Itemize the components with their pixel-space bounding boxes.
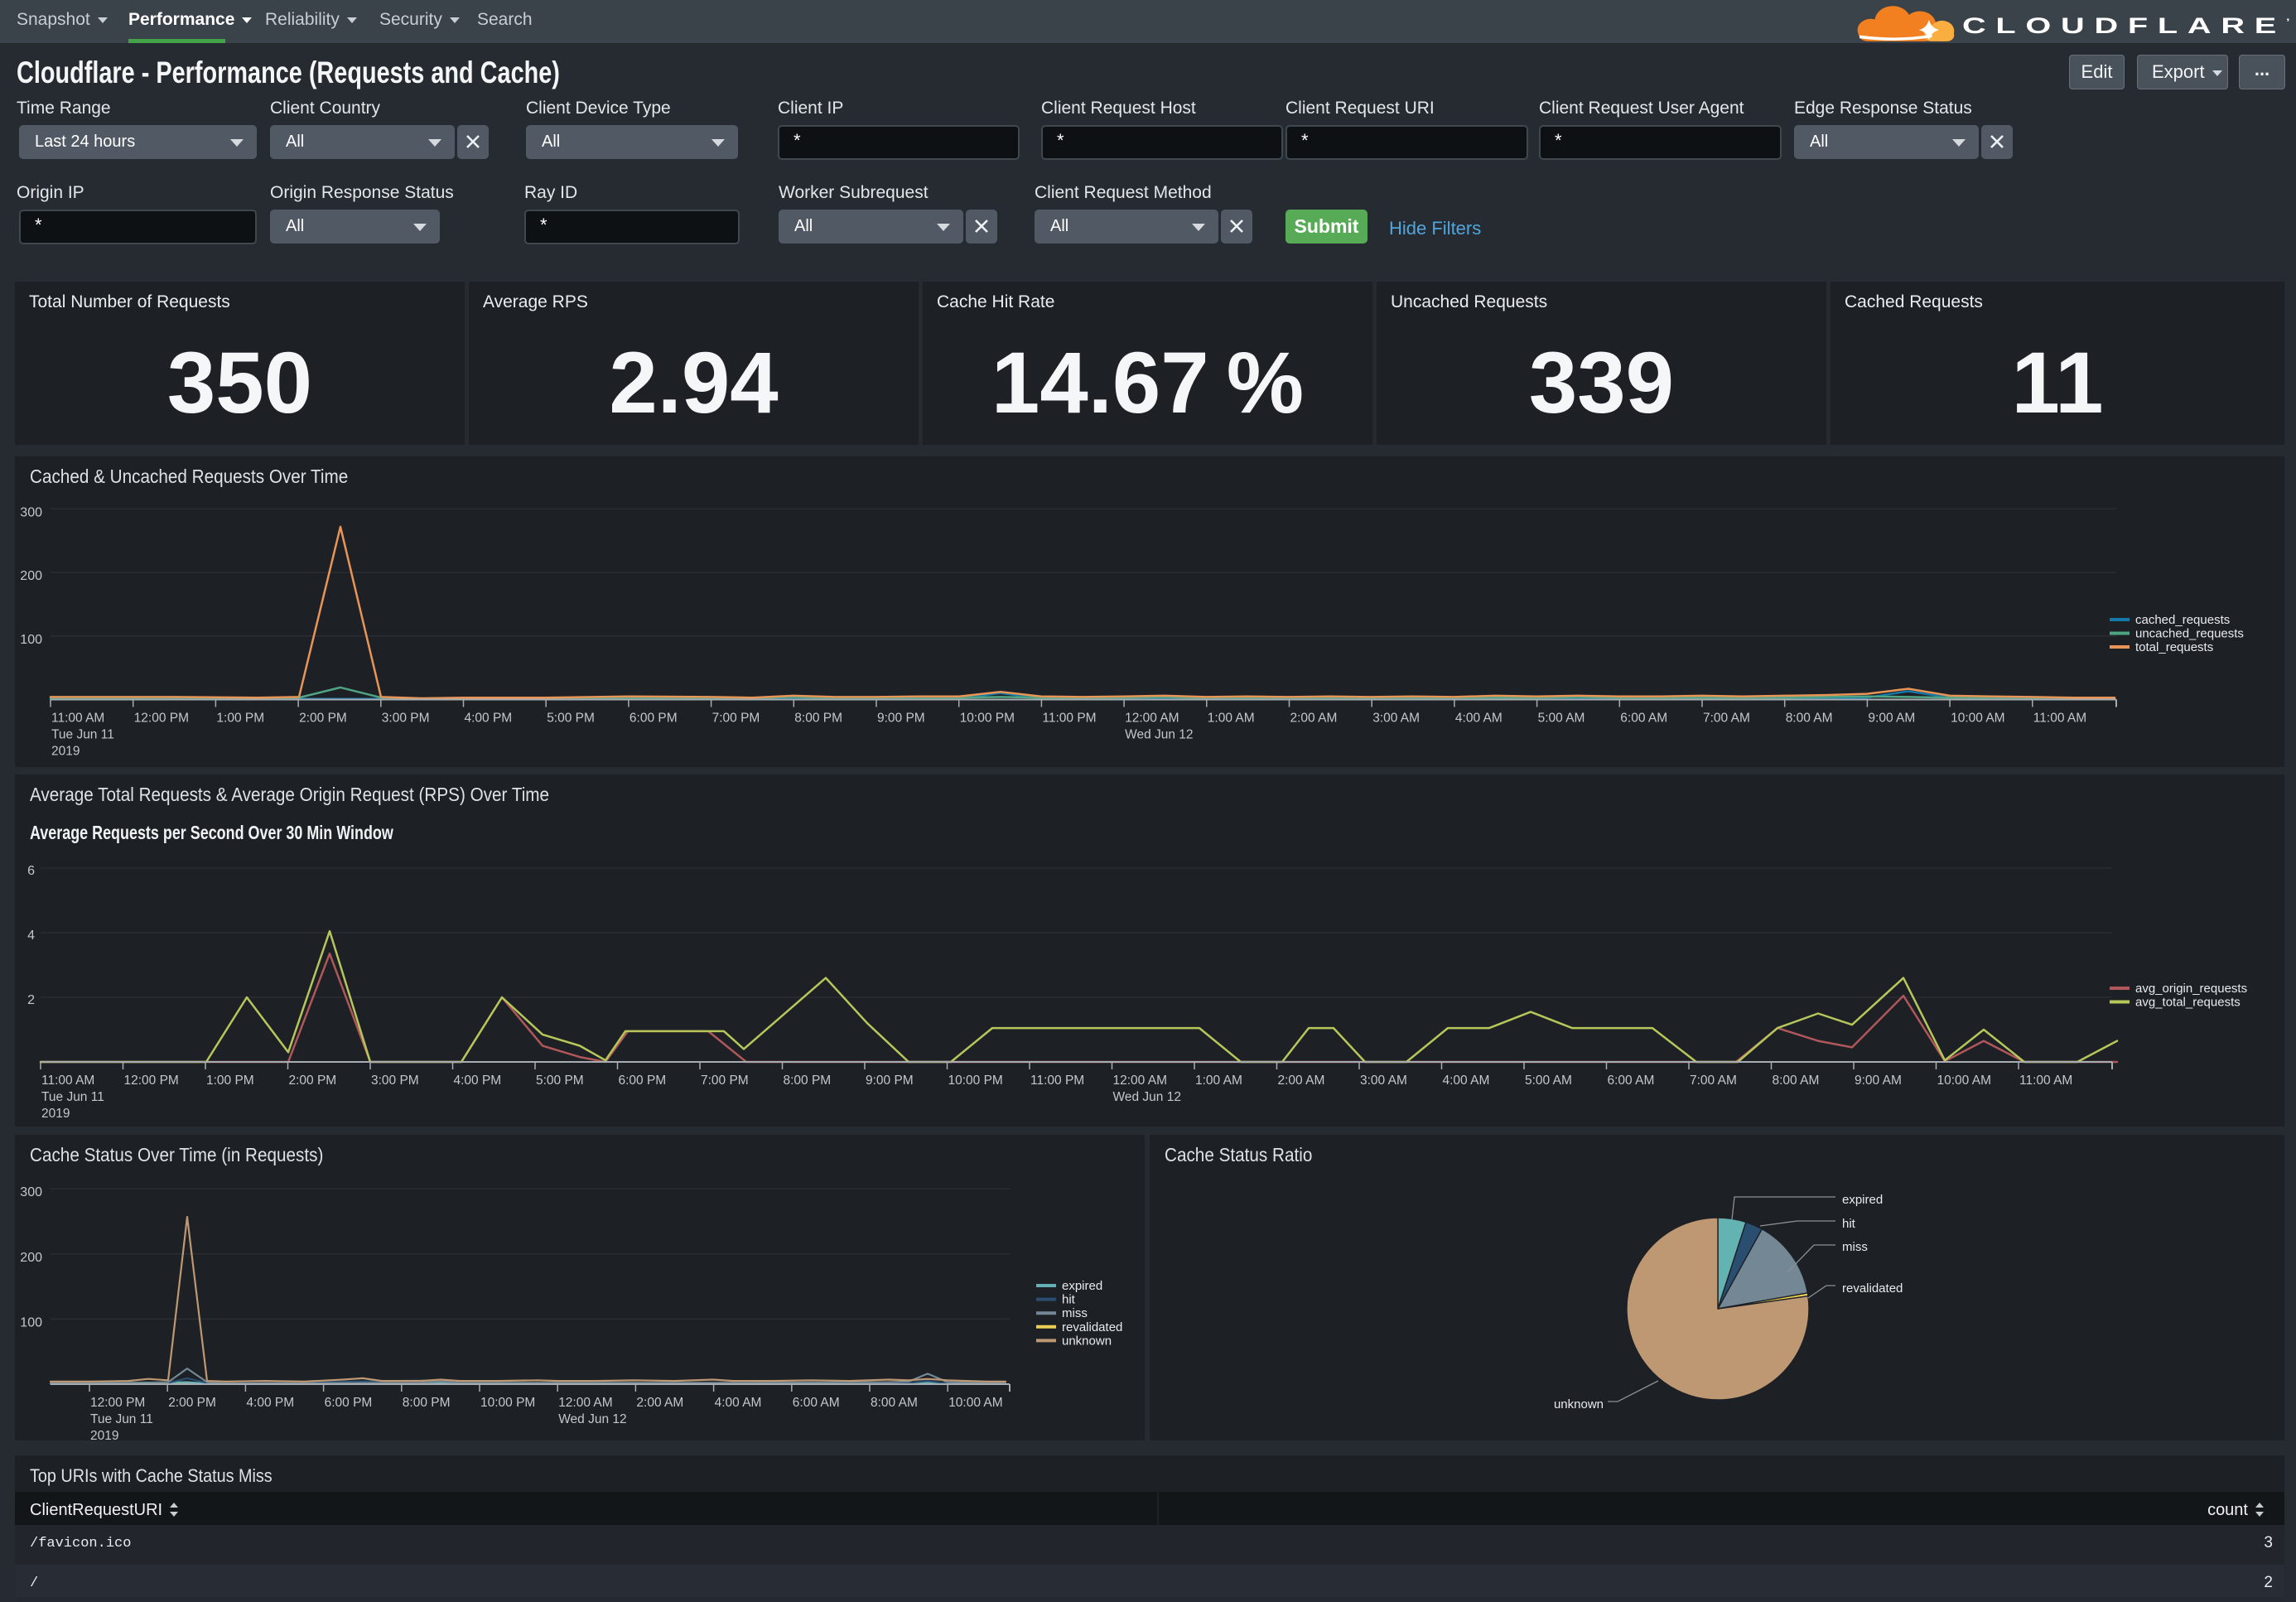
svg-text:12:00 AM: 12:00 AM: [558, 1396, 613, 1410]
svg-text:unknown: unknown: [1554, 1397, 1604, 1411]
svg-text:10:00 PM: 10:00 PM: [960, 712, 1015, 726]
svg-text:2:00 PM: 2:00 PM: [299, 712, 347, 726]
svg-text:5:00 AM: 5:00 AM: [1525, 1074, 1572, 1088]
svg-text:6:00 PM: 6:00 PM: [619, 1074, 667, 1088]
svg-text:2019: 2019: [90, 1429, 118, 1440]
svg-text:4:00 PM: 4:00 PM: [454, 1074, 502, 1088]
svg-text:10:00 AM: 10:00 AM: [1937, 1074, 1992, 1088]
svg-text:3:00 AM: 3:00 AM: [1360, 1074, 1407, 1088]
svg-text:avg_total_requests: avg_total_requests: [2135, 996, 2241, 1010]
svg-text:200: 200: [20, 1251, 42, 1265]
svg-text:revalidated: revalidated: [1842, 1281, 1903, 1296]
svg-text:10:00 AM: 10:00 AM: [948, 1396, 1003, 1410]
svg-text:7:00 PM: 7:00 PM: [701, 1074, 749, 1088]
svg-text:8:00 AM: 8:00 AM: [871, 1396, 918, 1410]
svg-text:100: 100: [20, 1315, 42, 1329]
svg-text:unknown: unknown: [1062, 1334, 1112, 1348]
svg-text:8:00 AM: 8:00 AM: [1786, 712, 1833, 726]
svg-text:8:00 PM: 8:00 PM: [784, 1074, 832, 1088]
svg-text:6:00 PM: 6:00 PM: [325, 1396, 373, 1410]
svg-text:cached_requests: cached_requests: [2135, 613, 2230, 627]
svg-text:10:00 PM: 10:00 PM: [480, 1396, 535, 1410]
svg-text:Tue Jun 11: Tue Jun 11: [41, 1090, 104, 1104]
svg-text:9:00 PM: 9:00 PM: [877, 712, 925, 726]
svg-text:2:00 PM: 2:00 PM: [168, 1396, 216, 1410]
svg-text:300: 300: [20, 1185, 42, 1199]
svg-text:11:00 AM: 11:00 AM: [41, 1074, 94, 1088]
svg-text:6: 6: [27, 864, 35, 878]
svg-text:4: 4: [27, 929, 35, 943]
svg-text:expired: expired: [1842, 1193, 1883, 1207]
svg-text:300: 300: [20, 505, 42, 519]
svg-text:12:00 AM: 12:00 AM: [1125, 712, 1179, 726]
svg-text:miss: miss: [1062, 1306, 1088, 1320]
svg-text:11:00 AM: 11:00 AM: [51, 712, 104, 726]
svg-text:uncached_requests: uncached_requests: [2135, 627, 2244, 641]
svg-text:1:00 AM: 1:00 AM: [1195, 1074, 1242, 1088]
svg-text:11:00 PM: 11:00 PM: [1042, 712, 1096, 726]
svg-text:9:00 PM: 9:00 PM: [866, 1074, 914, 1088]
svg-text:6:00 AM: 6:00 AM: [1620, 712, 1667, 726]
svg-text:2:00 AM: 2:00 AM: [1290, 712, 1338, 726]
svg-text:2:00 PM: 2:00 PM: [289, 1074, 337, 1088]
svg-text:8:00 PM: 8:00 PM: [794, 712, 842, 726]
svg-text:4:00 PM: 4:00 PM: [246, 1396, 294, 1410]
svg-text:2:00 AM: 2:00 AM: [1278, 1074, 1325, 1088]
svg-text:Tue Jun 11: Tue Jun 11: [90, 1412, 153, 1426]
svg-text:hit: hit: [1062, 1293, 1076, 1307]
svg-text:5:00 PM: 5:00 PM: [536, 1074, 584, 1088]
svg-text:10:00 AM: 10:00 AM: [1951, 712, 2005, 726]
svg-text:11:00 AM: 11:00 AM: [2019, 1074, 2072, 1088]
svg-text:6:00 AM: 6:00 AM: [793, 1396, 840, 1410]
svg-text:2019: 2019: [41, 1107, 70, 1121]
svg-text:9:00 AM: 9:00 AM: [1868, 712, 1915, 726]
svg-text:7:00 AM: 7:00 AM: [1703, 712, 1750, 726]
svg-text:4:00 AM: 4:00 AM: [715, 1396, 762, 1410]
svg-text:6:00 AM: 6:00 AM: [1608, 1074, 1655, 1088]
svg-text:5:00 AM: 5:00 AM: [1538, 712, 1585, 726]
svg-text:total_requests: total_requests: [2135, 640, 2213, 654]
svg-text:7:00 AM: 7:00 AM: [1690, 1074, 1737, 1088]
svg-text:2:00 AM: 2:00 AM: [636, 1396, 683, 1410]
svg-text:3:00 AM: 3:00 AM: [1372, 712, 1420, 726]
svg-text:Tue Jun 11: Tue Jun 11: [51, 728, 114, 742]
svg-text:100: 100: [20, 633, 42, 647]
svg-text:4:00 AM: 4:00 AM: [1443, 1074, 1490, 1088]
svg-text:2: 2: [27, 993, 35, 1007]
svg-text:4:00 AM: 4:00 AM: [1455, 712, 1503, 726]
svg-text:8:00 PM: 8:00 PM: [403, 1396, 451, 1410]
svg-text:12:00 PM: 12:00 PM: [124, 1074, 179, 1088]
svg-text:hit: hit: [1842, 1217, 1856, 1231]
svg-text:expired: expired: [1062, 1279, 1102, 1293]
svg-text:revalidated: revalidated: [1062, 1320, 1122, 1334]
svg-text:5:00 PM: 5:00 PM: [547, 712, 595, 726]
svg-text:12:00 AM: 12:00 AM: [1113, 1074, 1168, 1088]
svg-text:7:00 PM: 7:00 PM: [712, 712, 760, 726]
svg-text:3:00 PM: 3:00 PM: [382, 712, 430, 726]
svg-text:12:00 PM: 12:00 PM: [90, 1396, 145, 1410]
svg-text:Wed Jun 12: Wed Jun 12: [1125, 728, 1193, 742]
svg-text:10:00 PM: 10:00 PM: [948, 1074, 1003, 1088]
svg-text:11:00 AM: 11:00 AM: [2033, 712, 2086, 726]
svg-text:2019: 2019: [51, 745, 80, 759]
svg-text:200: 200: [20, 569, 42, 583]
svg-text:1:00 PM: 1:00 PM: [206, 1074, 254, 1088]
svg-text:3:00 PM: 3:00 PM: [371, 1074, 419, 1088]
svg-text:Wed Jun 12: Wed Jun 12: [1113, 1090, 1181, 1104]
svg-text:6:00 PM: 6:00 PM: [629, 712, 678, 726]
svg-text:9:00 AM: 9:00 AM: [1855, 1074, 1902, 1088]
svg-text:avg_origin_requests: avg_origin_requests: [2135, 982, 2247, 996]
svg-text:12:00 PM: 12:00 PM: [134, 712, 189, 726]
svg-text:miss: miss: [1842, 1240, 1868, 1254]
svg-text:Wed Jun 12: Wed Jun 12: [558, 1412, 626, 1426]
svg-text:1:00 AM: 1:00 AM: [1208, 712, 1255, 726]
svg-text:11:00 PM: 11:00 PM: [1030, 1074, 1084, 1088]
svg-text:8:00 AM: 8:00 AM: [1773, 1074, 1820, 1088]
svg-text:1:00 PM: 1:00 PM: [216, 712, 264, 726]
svg-text:4:00 PM: 4:00 PM: [465, 712, 513, 726]
